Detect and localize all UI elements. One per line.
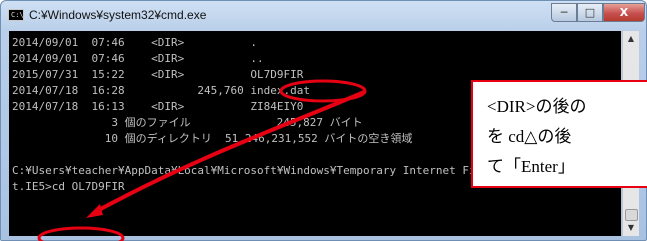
console-line: 2014/07/18 16:13 <DIR> ZI84EIY0 bbox=[12, 100, 304, 113]
minimize-button[interactable]: ─ bbox=[551, 3, 577, 22]
callout-line: を cd△の後 bbox=[487, 127, 572, 146]
window-title: C:¥Windows¥system32¥cmd.exe bbox=[29, 8, 207, 22]
instruction-callout: <DIR>の後の を cd△の後 て「Enter」 bbox=[471, 80, 647, 188]
cmd-app-icon[interactable]: C:\ bbox=[8, 9, 24, 21]
title-bar[interactable]: C:\ C:¥Windows¥system32¥cmd.exe ─ □ X bbox=[1, 1, 646, 31]
scroll-up-arrow-icon[interactable]: ▲ bbox=[623, 31, 639, 47]
console-line: 2015/07/31 15:22 <DIR> OL7D9FIR bbox=[12, 68, 304, 81]
console-line: 2014/09/01 07:46 <DIR> . bbox=[12, 36, 258, 49]
scroll-down-arrow-icon[interactable]: ▼ bbox=[623, 220, 639, 236]
console-line: 2014/07/18 16:28 245,760 index.dat bbox=[12, 84, 311, 97]
close-button[interactable]: X bbox=[603, 3, 645, 22]
callout-line: て「Enter」 bbox=[487, 157, 575, 176]
console-line: 3 個のファイル 245,827 バイト bbox=[12, 116, 363, 129]
console-line: 10 個のディレクトリ 51,246,231,552 バイトの空き領域 bbox=[12, 132, 413, 145]
console-line: 2014/09/01 07:46 <DIR> .. bbox=[12, 52, 264, 65]
callout-line: <DIR>の後の bbox=[487, 97, 587, 116]
maximize-button[interactable]: □ bbox=[577, 3, 603, 22]
cmd-icon-glyph: C:\ bbox=[11, 11, 24, 19]
console-line: C:¥Users¥teacher¥AppData¥Local¥Microsoft… bbox=[12, 164, 549, 177]
console-command-line: t.IE5>cd OL7D9FIR bbox=[12, 180, 125, 193]
